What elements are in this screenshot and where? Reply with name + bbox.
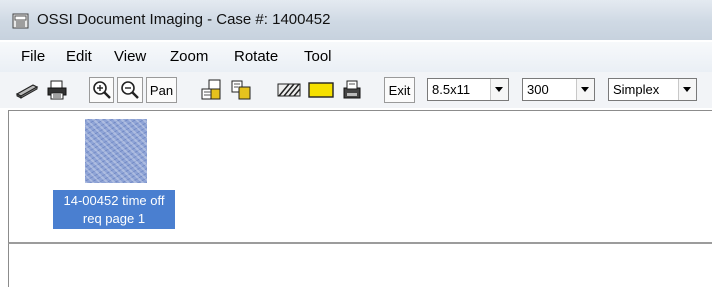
tile-pages-button[interactable] [199, 77, 223, 103]
highlight-box-button[interactable] [307, 77, 334, 103]
page-size-select[interactable]: 8.5x11 [427, 78, 509, 101]
copy-pages-button[interactable] [229, 77, 253, 103]
copy-pages-icon [230, 79, 252, 101]
clear-icon [341, 79, 363, 101]
scanner-app-icon [12, 13, 29, 29]
shading-icon [277, 82, 301, 98]
exit-label: Exit [388, 82, 411, 98]
resolution-select[interactable]: 300 [522, 78, 595, 101]
highlight-box-icon [307, 82, 334, 98]
zoom-in-icon [92, 80, 112, 100]
menu-file[interactable]: File [21, 48, 45, 65]
menu-edit[interactable]: Edit [66, 48, 92, 65]
menu-zoom[interactable]: Zoom [170, 48, 208, 65]
chevron-down-icon[interactable] [576, 79, 594, 100]
tile-pages-icon [200, 79, 222, 101]
resolution-value: 300 [527, 82, 549, 97]
duplex-mode-value: Simplex [613, 82, 660, 97]
document-view-area [8, 244, 712, 287]
exit-button[interactable]: Exit [384, 77, 415, 103]
document-caption[interactable]: 14-00452 time off req page 1 [53, 190, 175, 229]
clear-button[interactable] [340, 77, 364, 103]
document-thumbnail-item[interactable]: 14-00452 time off req page 1 [53, 119, 175, 231]
document-caption-line1: 14-00452 time off [63, 193, 165, 208]
chevron-down-icon[interactable] [490, 79, 508, 100]
menu-bar: File Edit View Zoom Rotate Tool [0, 42, 712, 72]
scanner-icon [15, 80, 39, 100]
print-button[interactable] [44, 77, 70, 103]
shading-button[interactable] [276, 77, 302, 103]
print-icon [46, 80, 68, 100]
document-thumbnail-image[interactable] [85, 119, 147, 183]
page-size-value: 8.5x11 [432, 82, 471, 97]
menu-view[interactable]: View [114, 48, 146, 65]
duplex-mode-select[interactable]: Simplex [608, 78, 697, 101]
zoom-out-icon [120, 80, 140, 100]
title-bar: OSSI Document Imaging - Case #: 1400452 [0, 0, 712, 40]
menu-tool[interactable]: Tool [304, 48, 332, 65]
document-caption-line2: req page 1 [82, 211, 146, 226]
zoom-in-button[interactable] [89, 77, 114, 103]
pan-label: Pan [149, 82, 174, 98]
thumbnail-panel: 14-00452 time off req page 1 [8, 110, 712, 244]
toolbar: Pan Exit 8.5x11 300 Simplex [0, 72, 712, 108]
zoom-out-button[interactable] [117, 77, 143, 103]
chevron-down-icon[interactable] [678, 79, 696, 100]
pan-button[interactable]: Pan [146, 77, 177, 103]
menu-rotate[interactable]: Rotate [234, 48, 278, 65]
scan-button[interactable] [15, 77, 39, 103]
window-title: OSSI Document Imaging - Case #: 1400452 [37, 11, 331, 28]
